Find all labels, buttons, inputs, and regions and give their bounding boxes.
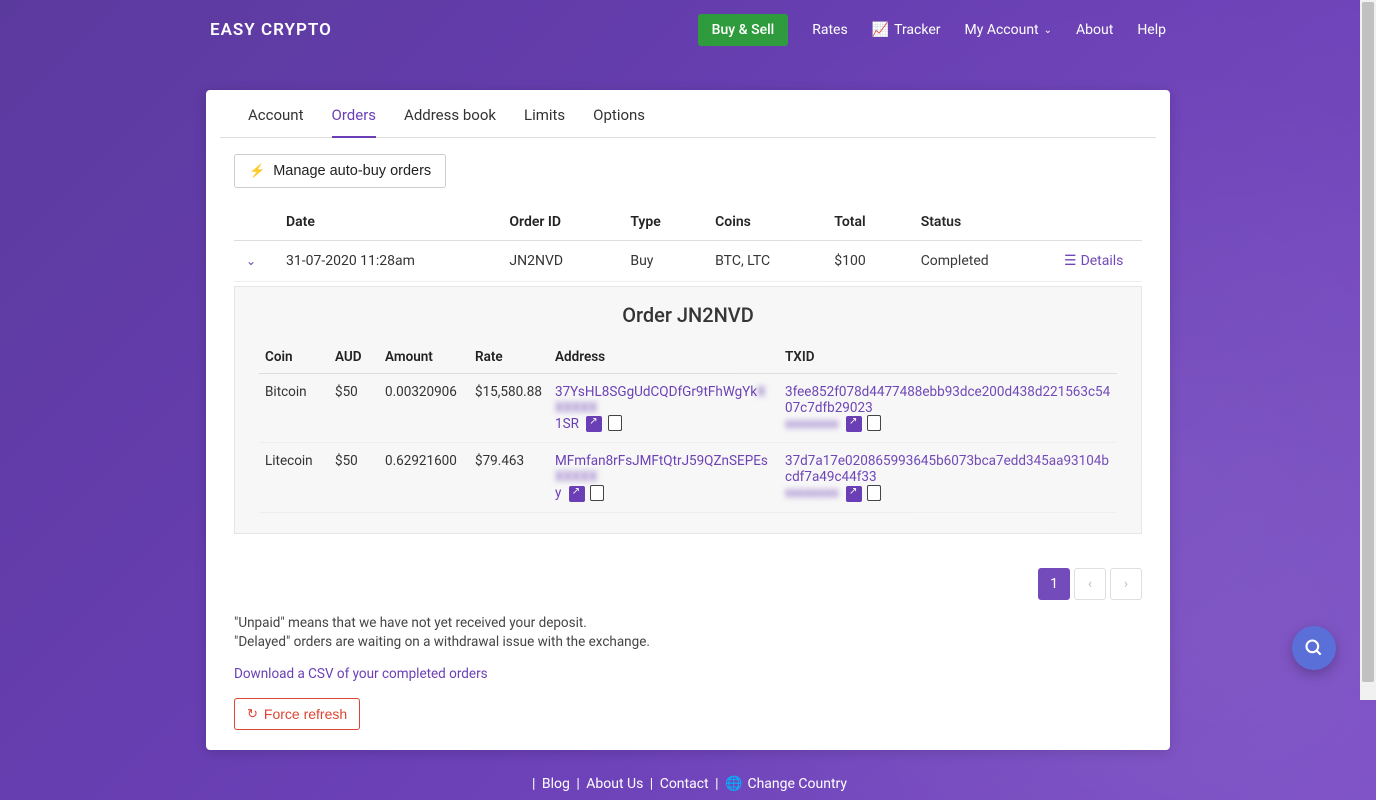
chart-icon: 📈 <box>872 22 889 38</box>
note-unpaid: "Unpaid" means that we have not yet rece… <box>234 614 1142 633</box>
manage-auto-buy-label: Manage auto-buy orders <box>273 163 431 179</box>
order-expanded-panel: Order JN2NVD Coin AUD Amount Rate Addres… <box>234 286 1142 534</box>
chevron-down-icon: ⌄ <box>1044 25 1052 36</box>
globe-icon: 🌐 <box>725 776 742 792</box>
th-orderid: Order ID <box>497 204 618 241</box>
account-tabs: Account Orders Address book Limits Optio… <box>220 90 1156 138</box>
download-csv-link[interactable]: Download a CSV of your completed orders <box>206 666 516 682</box>
footer: | Blog | About Us | Contact | 🌐Change Co… <box>0 750 1376 800</box>
nav-tracker[interactable]: 📈 Tracker <box>872 22 941 38</box>
detail-row: Litecoin $50 0.62921600 $79.463 MFmfan8r… <box>259 443 1117 512</box>
cell-coins: BTC, LTC <box>703 241 822 282</box>
pagination: 1 ‹ › <box>206 550 1170 600</box>
tab-account[interactable]: Account <box>248 106 304 137</box>
tab-address-book[interactable]: Address book <box>404 106 496 137</box>
copy-icon[interactable] <box>610 417 622 431</box>
th-type: Type <box>618 204 703 241</box>
tab-options[interactable]: Options <box>593 106 645 137</box>
nav-buy-sell[interactable]: Buy & Sell <box>698 14 789 46</box>
page-prev-button[interactable]: ‹ <box>1074 568 1106 600</box>
d-amount: 0.62921600 <box>379 443 469 512</box>
scrollbar[interactable] <box>1360 0 1376 700</box>
footer-blog[interactable]: Blog <box>542 776 570 792</box>
nav-about[interactable]: About <box>1076 22 1113 38</box>
external-link-icon[interactable] <box>846 416 862 432</box>
dth-aud: AUD <box>329 341 379 374</box>
footer-about-us[interactable]: About Us <box>586 776 643 792</box>
scrollbar-thumb[interactable] <box>1362 2 1374 682</box>
cell-total: $100 <box>822 241 908 282</box>
dth-coin: Coin <box>259 341 329 374</box>
txid-link[interactable]: 3fee852f078d4477488ebb93dce200d438d22156… <box>785 384 1110 432</box>
external-link-icon[interactable] <box>846 486 862 502</box>
list-icon: ☰ <box>1064 253 1077 269</box>
d-amount: 0.00320906 <box>379 374 469 443</box>
page-next-button[interactable]: › <box>1110 568 1142 600</box>
dth-rate: Rate <box>469 341 549 374</box>
bolt-icon: ⚡ <box>249 163 265 179</box>
d-coin: Bitcoin <box>259 374 329 443</box>
cell-orderid: JN2NVD <box>497 241 618 282</box>
copy-icon[interactable] <box>592 487 604 501</box>
tab-limits[interactable]: Limits <box>524 106 565 137</box>
nav-help[interactable]: Help <box>1137 22 1166 38</box>
dth-address: Address <box>549 341 779 374</box>
force-refresh-button[interactable]: ↻ Force refresh <box>234 698 360 730</box>
details-link[interactable]: Details <box>1081 253 1124 269</box>
th-date: Date <box>274 204 497 241</box>
th-status: Status <box>909 204 1052 241</box>
refresh-icon: ↻ <box>247 706 258 722</box>
external-link-icon[interactable] <box>586 416 602 432</box>
tab-orders[interactable]: Orders <box>332 106 377 138</box>
main-card: Account Orders Address book Limits Optio… <box>206 90 1170 750</box>
d-aud: $50 <box>329 374 379 443</box>
orders-table: Date Order ID Type Coins Total Status ⌄ … <box>234 204 1142 534</box>
th-expand <box>234 204 274 241</box>
external-link-icon[interactable] <box>569 486 585 502</box>
order-title: Order JN2NVD <box>259 303 1117 327</box>
cell-status: Completed <box>909 241 1052 282</box>
cell-date: 31-07-2020 11:28am <box>274 241 497 282</box>
table-row: ⌄ 31-07-2020 11:28am JN2NVD Buy BTC, LTC… <box>234 241 1142 282</box>
d-coin: Litecoin <box>259 443 329 512</box>
dth-amount: Amount <box>379 341 469 374</box>
d-rate: $15,580.88 <box>469 374 549 443</box>
th-actions <box>1052 204 1142 241</box>
manage-auto-buy-button[interactable]: ⚡ Manage auto-buy orders <box>234 154 446 188</box>
detail-row: Bitcoin $50 0.00320906 $15,580.88 37YsHL… <box>259 374 1117 443</box>
note-delayed: "Delayed" orders are waiting on a withdr… <box>234 633 1142 652</box>
th-total: Total <box>822 204 908 241</box>
nav-my-account[interactable]: My Account ⌄ <box>965 22 1053 38</box>
search-icon <box>1304 638 1324 658</box>
main-nav: Buy & Sell Rates 📈 Tracker My Account ⌄ Ab… <box>698 14 1166 46</box>
expand-row-icon[interactable]: ⌄ <box>246 254 256 268</box>
dth-txid: TXID <box>779 341 1117 374</box>
status-notes: "Unpaid" means that we have not yet rece… <box>206 600 1170 652</box>
txid-link[interactable]: 37d7a17e020865993645b6073bca7edd345aa931… <box>785 453 1109 501</box>
d-rate: $79.463 <box>469 443 549 512</box>
help-fab-button[interactable] <box>1292 626 1336 670</box>
nav-rates[interactable]: Rates <box>812 22 847 38</box>
brand-logo[interactable]: EASY CRYPTO <box>210 20 332 40</box>
footer-contact[interactable]: Contact <box>660 776 709 792</box>
th-coins: Coins <box>703 204 822 241</box>
footer-change-country[interactable]: Change Country <box>747 776 847 792</box>
nav-tracker-label: Tracker <box>894 22 940 38</box>
address-link[interactable]: MFmfan8rFsJMFtQtrJ59QZnSEPEsXXXXXy <box>555 453 768 501</box>
page-1-button[interactable]: 1 <box>1038 568 1070 600</box>
nav-my-account-label: My Account <box>965 22 1039 38</box>
order-detail-table: Coin AUD Amount Rate Address TXID Bitcoi… <box>259 341 1117 513</box>
copy-icon[interactable] <box>869 487 881 501</box>
d-aud: $50 <box>329 443 379 512</box>
cell-type: Buy <box>618 241 703 282</box>
copy-icon[interactable] <box>869 417 881 431</box>
force-refresh-label: Force refresh <box>264 706 347 722</box>
